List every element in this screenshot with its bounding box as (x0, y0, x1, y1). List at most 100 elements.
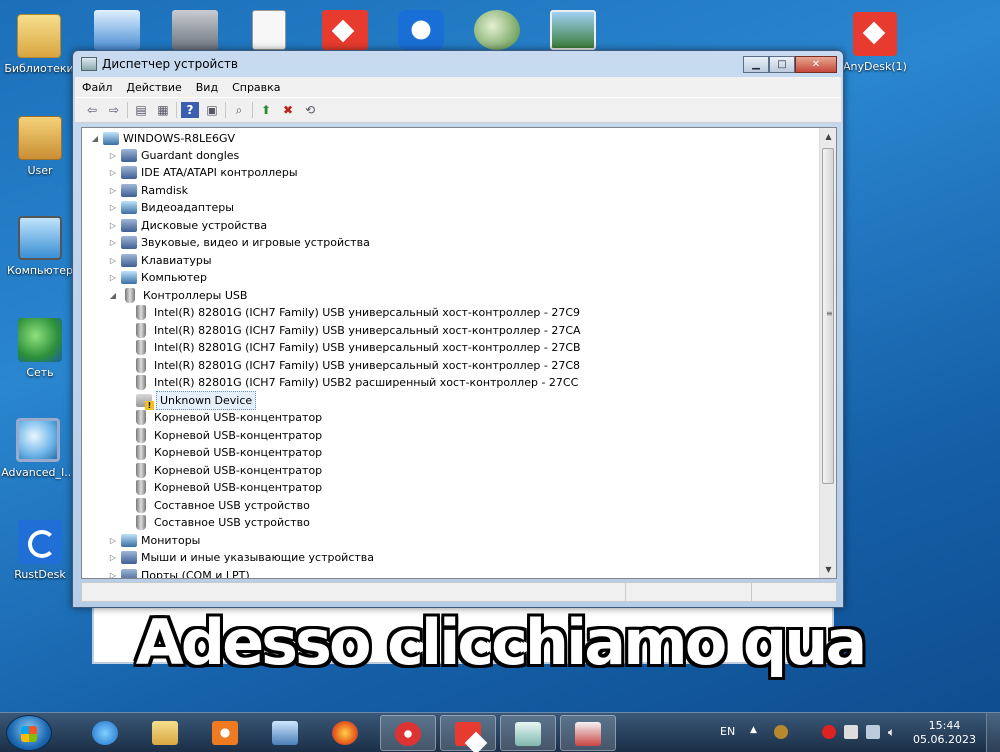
status-segment (626, 583, 752, 601)
taskbar-device-manager[interactable] (560, 715, 616, 751)
expand-arrow-icon[interactable]: ▷ (108, 532, 118, 549)
antivirus-icon[interactable] (822, 725, 836, 739)
anydesk-top-icon[interactable] (322, 10, 368, 50)
expand-arrow-icon[interactable]: ▷ (108, 567, 118, 578)
desktop-icon-network[interactable]: Сеть (3, 318, 77, 379)
scroll-up-arrow-icon[interactable]: ▲ (820, 128, 836, 145)
menu-help[interactable]: Справка (225, 81, 287, 94)
teamviewer-icon[interactable] (398, 10, 444, 50)
show-desktop-button[interactable] (986, 713, 1000, 752)
forward-arrow-icon[interactable]: ⇨ (105, 102, 123, 118)
tree-category[interactable]: ▷ Клавиатуры (108, 252, 212, 269)
usb-device-item[interactable]: Корневой USB-концентратор (132, 479, 322, 496)
show-hidden-icons-icon[interactable]: ▲ (750, 725, 764, 739)
usb-device-item[interactable]: Корневой USB-концентратор (132, 409, 322, 426)
usb-device-item[interactable]: Intel(R) 82801G (ICH7 Family) USB универ… (132, 322, 581, 339)
update-driver-icon[interactable]: ⬆ (257, 102, 275, 118)
volume-icon[interactable]: 🔈︎ (888, 725, 902, 739)
document-icon[interactable] (252, 10, 286, 50)
console-tree-icon[interactable]: ▤ (132, 102, 150, 118)
maximize-button[interactable]: □ (769, 56, 795, 73)
scrollbar-thumb[interactable]: ≡ (822, 148, 834, 484)
menu-action[interactable]: Действие (119, 81, 188, 94)
desktop-icon-user[interactable]: User (3, 116, 77, 177)
scan-hardware-icon[interactable]: ⌕ (230, 102, 248, 118)
vertical-scrollbar[interactable]: ▲ ≡ ▼ (819, 128, 836, 578)
properties-icon[interactable]: ▦ (154, 102, 172, 118)
tree-category[interactable]: ▷ Ramdisk (108, 182, 188, 199)
desktop-icon-advanced[interactable]: Advanced_I... (1, 418, 75, 479)
collapse-arrow-icon[interactable]: ◢ (90, 130, 100, 147)
expand-arrow-icon[interactable]: ▷ (108, 199, 118, 216)
expand-arrow-icon[interactable]: ▷ (108, 549, 118, 566)
clock[interactable]: 15:44 05.06.2023 (913, 719, 976, 747)
tree-category[interactable]: ▷ Дисковые устройства (108, 217, 267, 234)
expand-arrow-icon[interactable]: ▷ (108, 217, 118, 234)
unknown-device-item[interactable]: Unknown Device (136, 391, 257, 410)
usb-device-item[interactable]: Корневой USB-концентратор (132, 427, 322, 444)
taskbar-firefox[interactable] (318, 715, 374, 751)
expand-arrow-icon[interactable]: ▷ (108, 252, 118, 269)
desktop-icon-computer[interactable]: Компьютер (3, 216, 77, 277)
tree-category[interactable]: ▷ Звуковые, видео и игровые устройства (108, 234, 370, 251)
tree-root[interactable]: ◢ WINDOWS-R8LE6GV (90, 130, 235, 147)
usb-icon (136, 340, 146, 355)
usb-device-item[interactable]: Intel(R) 82801G (ICH7 Family) USB универ… (132, 339, 581, 356)
desktop-icon-rustdesk[interactable]: RustDesk (3, 520, 77, 581)
tools-icon[interactable] (172, 10, 218, 50)
usb-device-item[interactable]: Корневой USB-концентратор (132, 462, 322, 479)
tree-category[interactable]: ▷ Порты (COM и LPT) (108, 567, 250, 578)
tree-category-usb[interactable]: ◢ Контроллеры USB (108, 287, 247, 304)
keyboard-layout-icon[interactable] (774, 725, 788, 739)
disable-device-icon[interactable]: ✖ (279, 102, 297, 118)
desktop-icon-libraries[interactable]: Библиотеки (2, 14, 76, 75)
device-tree[interactable]: ◢ WINDOWS-R8LE6GV ▷ Guardant dongles ▷ IDE… (81, 127, 837, 579)
usb-device-item[interactable]: Intel(R) 82801G (ICH7 Family) USB универ… (132, 357, 580, 374)
scroll-down-arrow-icon[interactable]: ▼ (820, 561, 836, 578)
control-panel-icon[interactable] (94, 10, 140, 50)
network-scanner-icon[interactable] (474, 10, 520, 50)
usb-device-item[interactable]: Составное USB устройство (132, 497, 310, 514)
taskbar-explorer[interactable] (138, 715, 194, 751)
taskbar-media-player[interactable] (198, 715, 254, 751)
tree-category[interactable]: ▷ Guardant dongles (108, 147, 239, 164)
taskbar-anydesk[interactable] (440, 715, 496, 751)
display-adapter-icon (121, 201, 137, 214)
anydesk-icon (455, 722, 481, 746)
help-icon[interactable]: ? (181, 102, 199, 118)
uninstall-device-icon[interactable]: ⟲ (301, 102, 319, 118)
expand-arrow-icon[interactable]: ▷ (108, 234, 118, 251)
tree-category[interactable]: ▷ Мониторы (108, 532, 200, 549)
image-icon[interactable] (550, 10, 596, 50)
expand-arrow-icon[interactable]: ▷ (108, 147, 118, 164)
back-arrow-icon[interactable]: ⇦ (83, 102, 101, 118)
language-indicator[interactable]: EN (720, 725, 735, 738)
start-button[interactable] (6, 715, 52, 751)
usb-device-item[interactable]: Составное USB устройство (132, 514, 310, 531)
flag-icon[interactable] (844, 725, 858, 739)
expand-arrow-icon[interactable]: ▷ (108, 182, 118, 199)
tree-category[interactable]: ▷ Видеоадаптеры (108, 199, 234, 216)
usb-device-item[interactable]: Intel(R) 82801G (ICH7 Family) USB универ… (132, 304, 580, 321)
view-icon[interactable]: ▣ (203, 102, 221, 118)
minimize-button[interactable]: ▁ (743, 56, 769, 73)
taskbar-notepad[interactable] (500, 715, 556, 751)
tree-category[interactable]: ▷ Компьютер (108, 269, 207, 286)
tree-category[interactable]: ▷ IDE ATA/ATAPI контроллеры (108, 164, 298, 181)
desktop-icon-anydesk[interactable]: AnyDesk(1) (838, 12, 912, 73)
usb-device-item[interactable]: Корневой USB-концентратор (132, 444, 322, 461)
taskbar-network[interactable] (258, 715, 314, 751)
menu-file[interactable]: Файл (75, 81, 119, 94)
expand-arrow-icon[interactable]: ▷ (108, 269, 118, 286)
title-bar[interactable]: Диспетчер устройств ▁ □ ✕ (73, 51, 843, 77)
taskbar-app-red[interactable] (380, 715, 436, 751)
tree-category-label: Компьютер (141, 271, 207, 284)
taskbar-ie[interactable] (78, 715, 134, 751)
close-button[interactable]: ✕ (795, 56, 837, 73)
tree-category[interactable]: ▷ Мыши и иные указывающие устройства (108, 549, 374, 566)
usb-device-item[interactable]: Intel(R) 82801G (ICH7 Family) USB2 расши… (132, 374, 578, 391)
network-status-icon[interactable] (866, 725, 880, 739)
collapse-arrow-icon[interactable]: ◢ (108, 287, 118, 304)
menu-view[interactable]: Вид (189, 81, 225, 94)
expand-arrow-icon[interactable]: ▷ (108, 164, 118, 181)
